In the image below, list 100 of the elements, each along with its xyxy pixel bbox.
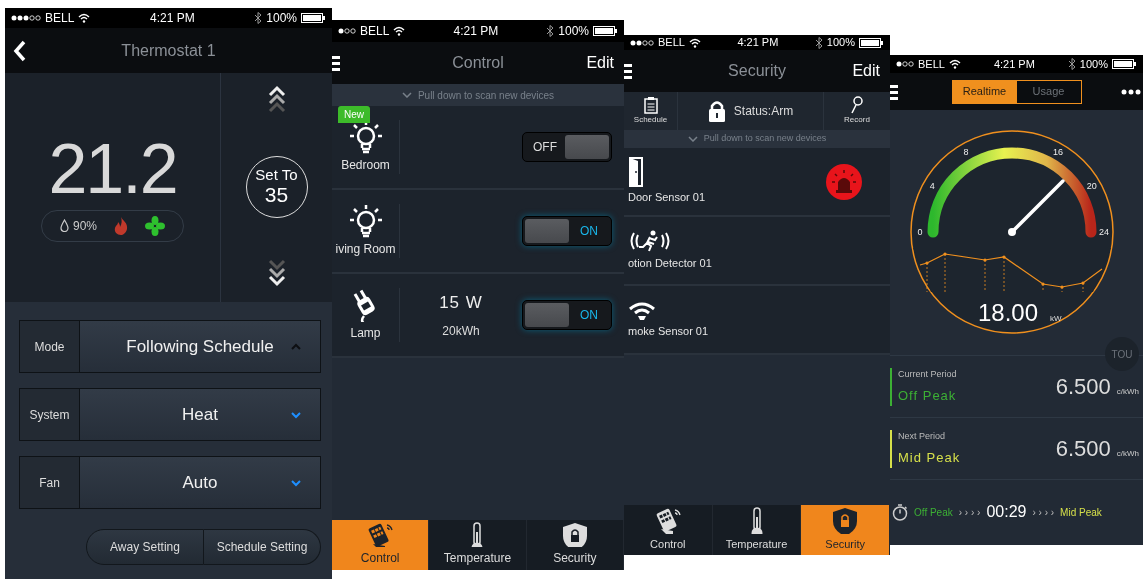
status-time: 4:21 PM	[993, 56, 1035, 72]
toggle-switch[interactable]: OFF	[522, 132, 612, 162]
gauge-tick-label: 24	[1099, 227, 1109, 237]
wifi-icon	[948, 59, 961, 69]
tab[interactable]: Security	[801, 505, 890, 555]
menu-icon[interactable]	[890, 84, 898, 101]
screen-title: Security	[728, 61, 786, 81]
gauge-tick-label: 0	[917, 227, 923, 237]
battery-icon	[593, 26, 618, 36]
humidity-reading: 90%	[73, 217, 97, 235]
stopwatch-icon	[892, 503, 908, 521]
segment-tab[interactable]: Realtime	[952, 80, 1017, 103]
power-reading: 15 W	[439, 292, 483, 315]
signal-icon	[630, 38, 654, 47]
hint-bar: Pull down to scan new devices	[624, 130, 890, 148]
period-label: Current Period	[898, 368, 957, 381]
carrier-name: BELL	[918, 56, 945, 72]
wifi-icon	[78, 13, 91, 23]
bluetooth-icon	[254, 12, 263, 24]
power-reading: 18.00	[977, 299, 1039, 326]
menu-icon[interactable]	[624, 63, 632, 79]
price-reading: 6.500	[1055, 435, 1111, 463]
wifi-icon	[393, 26, 406, 36]
setpoint-value: 35	[264, 183, 289, 207]
signal-icon	[896, 60, 914, 68]
more-icon[interactable]	[1121, 88, 1141, 95]
door-icon	[628, 157, 644, 188]
setpoint-label: Set To	[255, 166, 298, 184]
edit-button[interactable]: Edit	[580, 50, 624, 76]
shield-icon	[561, 522, 588, 547]
battery-icon	[1112, 59, 1137, 69]
bluetooth-icon	[814, 36, 823, 49]
clipboard-icon	[643, 96, 658, 114]
status-time: 4:21 PM	[453, 23, 499, 40]
chevron-down-icon[interactable]	[266, 258, 287, 288]
device-name: iving Room	[335, 241, 396, 258]
signal-icon	[338, 27, 356, 35]
device-name: Lamp	[350, 325, 381, 342]
tab[interactable]: Temperature	[429, 520, 527, 570]
gauge-tick-label: 16	[1053, 147, 1063, 158]
battery-percent: 100%	[266, 10, 297, 27]
menu-icon[interactable]	[332, 55, 340, 71]
carrier-name: BELL	[45, 10, 75, 27]
tab[interactable]: Security	[526, 520, 624, 570]
siren-icon	[826, 163, 862, 200]
lightbulb-icon	[348, 120, 383, 154]
smoke-detector-icon	[628, 299, 656, 322]
temperature-reading: 21.2	[48, 133, 177, 204]
tab[interactable]: Control	[624, 505, 713, 555]
new-badge: New	[338, 106, 370, 123]
period-name: Mid Peak	[1060, 505, 1102, 520]
unit-label: c/kWh	[1116, 386, 1139, 398]
period-name: Off Peak	[898, 386, 957, 405]
record-button[interactable]: Record	[824, 92, 890, 130]
signal-icon	[11, 14, 41, 22]
period-name: Off Peak	[914, 505, 953, 520]
chevron-up-icon[interactable]	[266, 85, 287, 115]
battery-icon	[301, 13, 326, 23]
hint-bar: Pull down to scan new devices	[332, 84, 624, 106]
droplet-icon	[60, 219, 69, 232]
wifi-icon	[688, 37, 701, 48]
tab[interactable]: Control	[332, 520, 430, 570]
lightbulb-icon	[348, 204, 383, 238]
setting-label: System	[20, 389, 80, 440]
battery-icon	[859, 37, 884, 48]
gauge-tick-label: 20	[1086, 181, 1097, 191]
carrier-name: BELL	[658, 35, 685, 51]
device-name: Door Sensor 01	[628, 190, 706, 206]
price-reading: 6.500	[1055, 373, 1111, 401]
battery-percent: 100%	[558, 23, 589, 40]
status-time: 4:21 PM	[737, 35, 779, 51]
arm-status: Status:Arm	[733, 103, 794, 120]
setting-label: Fan	[20, 457, 80, 508]
edit-button[interactable]: Edit	[846, 58, 890, 84]
bluetooth-icon	[1067, 58, 1076, 70]
device-name: Bedroom	[341, 157, 390, 174]
setting-label: Mode	[20, 321, 80, 372]
arrow-marks: › › › ›	[1032, 505, 1055, 520]
arrow-marks: › › › ›	[958, 505, 981, 520]
battery-percent: 100%	[826, 35, 855, 51]
unit-label: c/kWh	[1116, 448, 1139, 460]
toggle-switch[interactable]: ON	[522, 216, 612, 246]
status-time: 4:21 PM	[149, 10, 195, 27]
segment-tab[interactable]: Usage	[1016, 80, 1081, 103]
toggle-switch[interactable]: ON	[522, 300, 612, 330]
back-icon[interactable]	[13, 39, 27, 62]
gauge-tick-label: 8	[963, 147, 969, 158]
period-label: Next Period	[898, 430, 947, 443]
away-setting-button[interactable]: Away Setting	[86, 529, 204, 565]
tab[interactable]: Temperature	[712, 505, 802, 555]
gauge-tick-label: 4	[929, 181, 935, 191]
period-name: Mid Peak	[898, 448, 961, 467]
magnifier-icon	[851, 96, 863, 114]
battery-percent: 100%	[1079, 56, 1108, 72]
device-name: otion Detector 01	[628, 256, 712, 272]
bluetooth-icon	[546, 25, 555, 37]
unit-label: kW	[1050, 314, 1062, 323]
padlock-icon	[707, 99, 726, 123]
device-name: moke Sensor 01	[628, 324, 709, 340]
schedule-setting-button[interactable]: Schedule Setting	[204, 529, 321, 565]
